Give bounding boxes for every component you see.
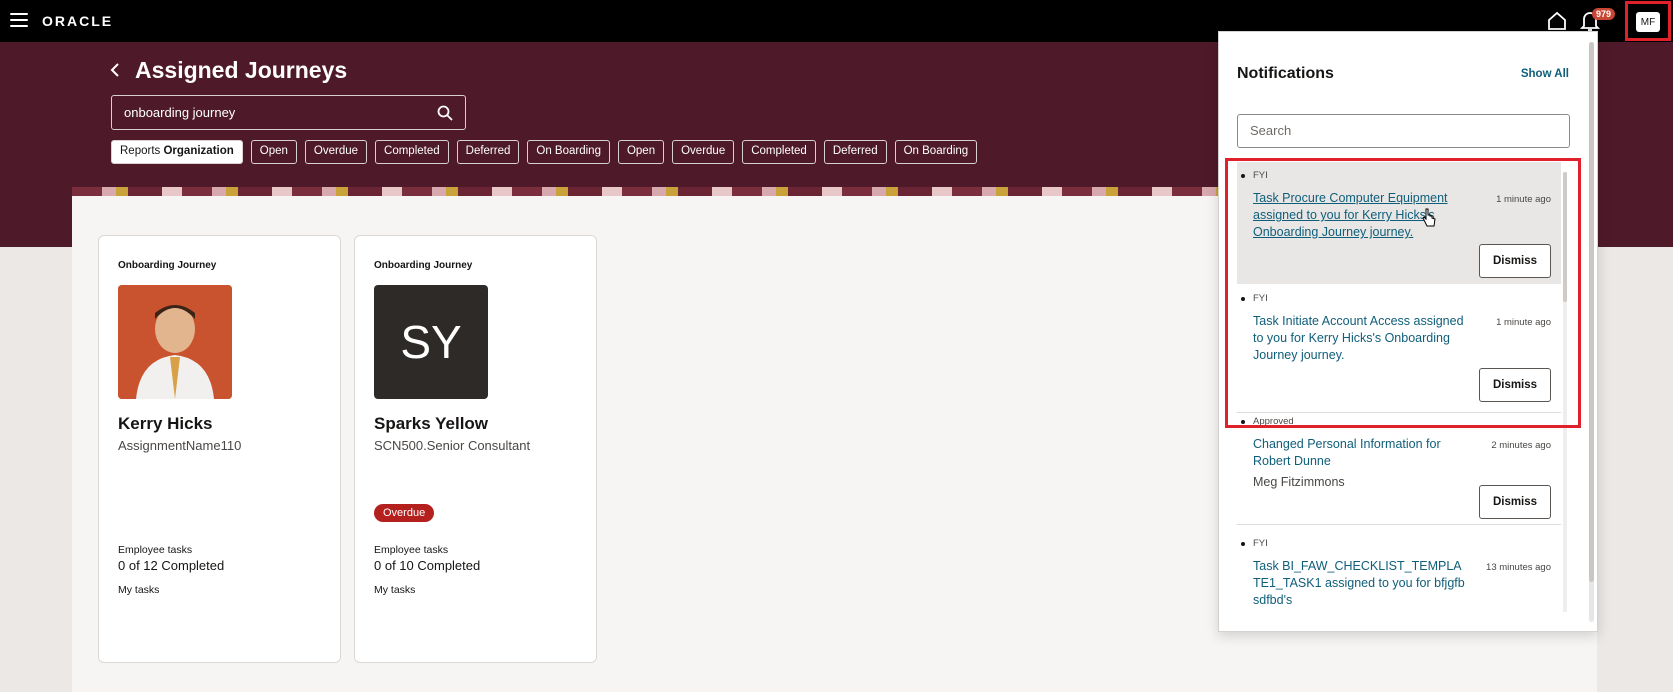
chip-on-boarding[interactable]: On Boarding [527,140,610,164]
menu-icon[interactable] [10,13,28,27]
notifications-panel: Notifications Show All Search FYI Task P… [1218,31,1598,632]
employee-initials-avatar: SY [374,285,488,399]
journey-card-kerry-hicks[interactable]: Onboarding Journey Kerry Hicks Assignmen… [98,235,341,663]
chip-deferred-2[interactable]: Deferred [823,140,887,164]
chip-deferred[interactable]: Deferred [456,140,520,164]
notification-message-link[interactable]: Task BI_FAW_CHECKLIST_TEMPLATE1_TASK1 as… [1253,558,1468,609]
journey-type: Onboarding Journey [118,260,217,271]
notification-sender: Meg Fitzimmons [1253,475,1345,489]
employee-photo [118,285,232,399]
person-photo-icon [118,285,232,399]
notification-count-badge: 979 [1592,8,1616,20]
search-value: onboarding journey [124,105,236,120]
tasks-count: 0 of 10 Completed [374,558,481,573]
chip-on-boarding-2[interactable]: On Boarding [894,140,978,164]
dismiss-button[interactable]: Dismiss [1479,485,1551,519]
back-chevron-icon[interactable] [108,62,122,78]
chip-prefix: Reports [120,145,161,157]
assignment-name: AssignmentName110 [118,438,242,453]
assignment-name: SCN500.Senior Consultant [374,438,531,453]
chip-completed-2[interactable]: Completed [742,140,816,164]
page-title: Assigned Journeys [135,57,348,83]
journey-search-input[interactable]: onboarding journey [111,95,466,130]
notification-item[interactable]: FYI Task BI_FAW_CHECKLIST_TEMPLATE1_TASK… [1237,530,1561,630]
tasks-label: Employee tasks [374,544,449,556]
notifications-search-input[interactable]: Search [1237,114,1570,148]
notification-message-link[interactable]: Changed Personal Information for Robert … [1253,436,1468,470]
my-tasks-link[interactable]: My tasks [374,584,415,596]
notifications-title: Notifications [1237,65,1334,82]
bullet [1241,542,1245,546]
panel-scrollbar-thumb[interactable] [1589,42,1594,582]
tasks-count: 0 of 12 Completed [118,558,225,573]
journey-card-sparks-yellow[interactable]: Onboarding Journey SY Sparks Yellow SCN5… [354,235,597,663]
divider [1237,524,1561,525]
chip-overdue-2[interactable]: Overdue [672,140,735,164]
highlight-box [1225,158,1581,428]
filter-chips: Reports Organization Open Overdue Comple… [111,140,978,164]
chip-completed[interactable]: Completed [375,140,449,164]
chip-bold: Organization [163,145,234,157]
search-icon[interactable] [437,105,453,121]
chip-overdue[interactable]: Overdue [304,140,368,164]
employee-name: Kerry Hicks [118,414,213,433]
notification-time: 2 minutes ago [1491,440,1551,451]
home-icon[interactable] [1547,11,1567,31]
hand-cursor-icon [1422,208,1436,227]
chip-open-2[interactable]: Open [617,140,665,164]
notification-kind: FYI [1253,538,1268,549]
tasks-label: Employee tasks [118,544,193,556]
my-tasks-link[interactable]: My tasks [118,584,159,596]
show-all-link[interactable]: Show All [1521,68,1569,80]
oracle-logo[interactable]: ORACLE [42,13,113,29]
employee-name: Sparks Yellow [374,414,489,433]
notification-time: 13 minutes ago [1486,562,1551,573]
journey-type: Onboarding Journey [374,260,473,271]
chip-reports-organization[interactable]: Reports Organization [111,140,243,164]
chip-open[interactable]: Open [250,140,297,164]
user-avatar-highlight: MF [1625,1,1671,41]
user-avatar[interactable]: MF [1636,12,1660,32]
overdue-badge: Overdue [374,504,435,522]
